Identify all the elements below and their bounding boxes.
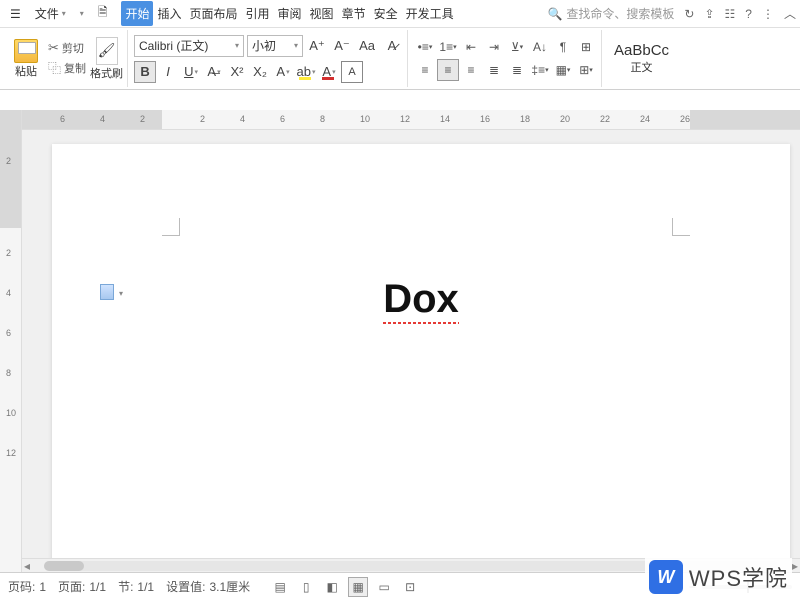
document-text[interactable]: Dox bbox=[52, 274, 790, 323]
grow-font-button[interactable]: A⁺ bbox=[306, 35, 328, 57]
tab-view[interactable]: 视图 bbox=[306, 1, 338, 26]
scissors-icon: ✂ bbox=[48, 40, 59, 56]
underline-button[interactable]: U▾ bbox=[180, 61, 202, 83]
style-normal[interactable]: AaBbCc 正文 bbox=[608, 42, 675, 75]
change-case-button[interactable]: Aa bbox=[356, 35, 378, 57]
text-word: Dox bbox=[383, 277, 459, 322]
vertical-ruler[interactable]: 2 2 4 6 8 10 12 bbox=[0, 110, 22, 572]
status-page-number[interactable]: 页码: 1 bbox=[8, 578, 46, 595]
shrink-font-button[interactable]: A⁻ bbox=[331, 35, 353, 57]
app-menu-icon[interactable]: ☰ bbox=[4, 5, 27, 23]
paste-button[interactable]: 粘贴 bbox=[8, 39, 44, 79]
scroll-left-icon[interactable]: ◂ bbox=[24, 559, 30, 573]
strikethrough-button[interactable]: A̶▾ bbox=[203, 61, 225, 83]
text-effects-button[interactable]: A▾ bbox=[272, 61, 294, 83]
align-center-button[interactable]: ≡ bbox=[437, 59, 459, 81]
dropdown-extra[interactable]: ▾ bbox=[74, 7, 90, 20]
more-icon[interactable]: ⋮ bbox=[762, 7, 774, 21]
chevron-down-icon: ▾ bbox=[294, 41, 298, 50]
tab-references[interactable]: 引用 bbox=[242, 1, 274, 26]
collapse-ribbon-icon[interactable]: ︿ bbox=[784, 5, 796, 22]
borders-button[interactable]: ⊞▾ bbox=[575, 59, 597, 81]
style-preview: AaBbCc bbox=[614, 42, 669, 59]
clear-format-button[interactable]: A̷ bbox=[381, 35, 403, 57]
align-right-button[interactable]: ≡ bbox=[460, 59, 482, 81]
show-marks-button[interactable]: ¶ bbox=[552, 36, 574, 58]
share-icon[interactable]: ⇪ bbox=[704, 7, 714, 21]
font-size-value: 小初 bbox=[252, 37, 276, 54]
line-spacing-button[interactable]: ‡≡▾ bbox=[529, 59, 551, 81]
file-menu[interactable]: 文件 ▾ bbox=[29, 3, 72, 24]
chevron-down-icon: ▾ bbox=[62, 9, 66, 18]
horizontal-ruler[interactable]: 6 4 2 2 4 6 8 10 12 14 16 18 20 22 24 26 bbox=[22, 110, 800, 130]
scroll-right-icon[interactable]: ▸ bbox=[792, 559, 798, 573]
help-icon[interactable]: ? bbox=[745, 7, 752, 21]
copy-icon: ⿻ bbox=[48, 58, 61, 77]
tab-review[interactable]: 审阅 bbox=[274, 1, 306, 26]
status-setting[interactable]: 设置值: 3.1厘米 bbox=[166, 578, 250, 595]
view-print-icon[interactable]: ▦ bbox=[348, 577, 368, 597]
tab-layout[interactable]: 页面布局 bbox=[186, 1, 242, 26]
bold-button[interactable]: B bbox=[134, 61, 156, 83]
bullets-button[interactable]: •≡▾ bbox=[414, 36, 436, 58]
view-outline-icon[interactable]: ◧ bbox=[322, 577, 342, 597]
notes-icon[interactable]: ☷ bbox=[725, 7, 736, 21]
new-doc-icon[interactable]: 🗎 bbox=[92, 1, 114, 26]
view-fullwidth-icon[interactable]: ⊡ bbox=[400, 577, 420, 597]
format-painter-label: 格式刷 bbox=[90, 65, 123, 81]
distribute-button[interactable]: ≣ bbox=[506, 59, 528, 81]
search-box[interactable]: 🔍 查找命令、搜索模板 bbox=[547, 5, 674, 22]
scrollbar-thumb[interactable] bbox=[44, 561, 84, 571]
font-family-combo[interactable]: Calibri (正文) ▾ bbox=[134, 35, 244, 57]
format-painter-icon[interactable]: 🖌 bbox=[96, 37, 118, 65]
view-web-icon[interactable]: ▭ bbox=[374, 577, 394, 597]
highlight-button[interactable]: ab▾ bbox=[295, 61, 317, 83]
subscript-button[interactable]: X₂ bbox=[249, 61, 271, 83]
search-placeholder: 查找命令、搜索模板 bbox=[566, 5, 674, 22]
align-left-button[interactable]: ≡ bbox=[414, 59, 436, 81]
italic-button[interactable]: I bbox=[157, 61, 179, 83]
tab-security[interactable]: 安全 bbox=[370, 1, 402, 26]
font-size-combo[interactable]: 小初 ▾ bbox=[247, 35, 303, 57]
cut-button[interactable]: ✂剪切 bbox=[48, 40, 86, 56]
clipboard-icon bbox=[14, 39, 38, 63]
margin-corner-tr bbox=[672, 218, 690, 236]
decrease-indent-button[interactable]: ⇤ bbox=[460, 36, 482, 58]
sync-icon[interactable]: ↻ bbox=[684, 7, 694, 21]
wps-logo-text: WPS学院 bbox=[689, 561, 788, 593]
chevron-down-icon: ▾ bbox=[235, 41, 239, 50]
numbering-button[interactable]: 1≡▾ bbox=[437, 36, 459, 58]
tab-devtools[interactable]: 开发工具 bbox=[402, 1, 458, 26]
insert-table-button[interactable]: ⊞ bbox=[575, 36, 597, 58]
wps-logo-icon: W bbox=[649, 560, 683, 594]
shading-button[interactable]: ▦▾ bbox=[552, 59, 574, 81]
search-icon: 🔍 bbox=[547, 7, 562, 21]
view-phone-icon[interactable]: ▯ bbox=[296, 577, 316, 597]
tab-chapter[interactable]: 章节 bbox=[338, 1, 370, 26]
superscript-button[interactable]: X² bbox=[226, 61, 248, 83]
file-label: 文件 bbox=[35, 5, 59, 22]
document-page[interactable]: ▾ Dox bbox=[52, 144, 790, 572]
style-name: 正文 bbox=[631, 59, 653, 75]
margin-corner-tl bbox=[162, 218, 180, 236]
status-page-count[interactable]: 页面: 1/1 bbox=[58, 578, 106, 595]
align-justify-button[interactable]: ≣ bbox=[483, 59, 505, 81]
char-border-button[interactable]: A bbox=[341, 61, 363, 83]
paste-label: 粘贴 bbox=[15, 63, 37, 79]
increase-indent-button[interactable]: ⇥ bbox=[483, 36, 505, 58]
view-reading-icon[interactable]: ▤ bbox=[270, 577, 290, 597]
status-section[interactable]: 节: 1/1 bbox=[118, 578, 154, 595]
font-color-button[interactable]: A▾ bbox=[318, 61, 340, 83]
copy-button[interactable]: ⿻复制 bbox=[48, 58, 86, 77]
tab-stops-button[interactable]: ⊻▾ bbox=[506, 36, 528, 58]
wps-branding: W WPS学院 bbox=[645, 558, 792, 596]
sort-button[interactable]: A↓ bbox=[529, 36, 551, 58]
tab-start[interactable]: 开始 bbox=[121, 1, 153, 26]
font-family-value: Calibri (正文) bbox=[139, 37, 208, 54]
tab-insert[interactable]: 插入 bbox=[153, 1, 185, 26]
